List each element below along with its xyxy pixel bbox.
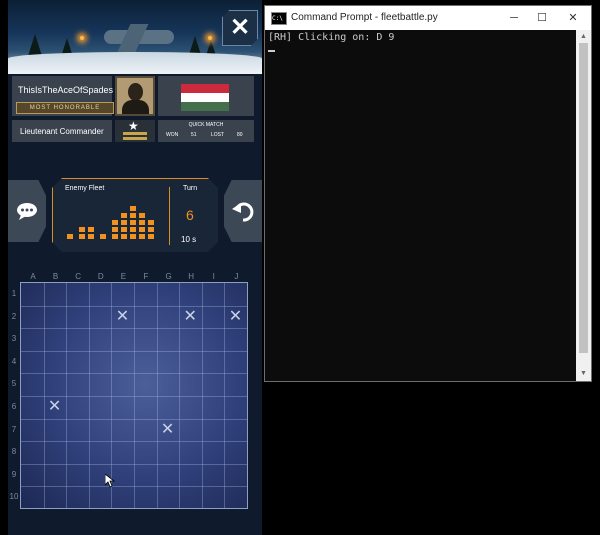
row-label: 2 — [11, 311, 17, 321]
ship-segment — [121, 227, 127, 232]
ship-segment — [139, 213, 145, 218]
ship-segment — [148, 220, 154, 225]
column-label: E — [120, 272, 127, 281]
column-label: H — [188, 272, 195, 281]
ship-segment — [79, 234, 85, 239]
turn-timer: 10 s — [181, 235, 197, 244]
row-label: 5 — [11, 379, 17, 389]
row-label: 4 — [11, 356, 17, 366]
ship-segment — [148, 227, 154, 232]
close-button[interactable]: ✕ — [222, 10, 258, 46]
turn-number: 6 — [186, 207, 194, 223]
close-window-button[interactable]: ✕ — [561, 9, 585, 27]
column-label: G — [165, 272, 172, 281]
row-label: 8 — [11, 447, 17, 457]
ship-segment — [88, 227, 94, 232]
console-output: [RH] Clicking on: D 9 — [268, 32, 395, 43]
undo-arrow-icon — [232, 202, 254, 222]
column-label: B — [52, 272, 59, 281]
speech-bubble-icon — [17, 203, 37, 220]
miss-marker-icon: ✕ — [183, 307, 197, 325]
undo-button[interactable] — [224, 180, 262, 242]
turn-label: Turn — [183, 185, 198, 192]
avatar — [115, 76, 155, 116]
ship-segment — [130, 220, 136, 225]
rank-insignia-icon: ★ — [115, 119, 155, 142]
column-label: D — [97, 272, 104, 281]
miss-marker-icon: ✕ — [228, 307, 243, 325]
ship-segment — [67, 234, 73, 239]
scrollbar[interactable]: ▲ ▼ — [576, 30, 591, 381]
won-label: WON — [166, 132, 179, 138]
game-window: ✕ ThisIsTheAceOfSpades MOST HONORABLE Li… — [8, 0, 262, 535]
column-label: C — [75, 272, 82, 281]
ship-segment — [79, 227, 85, 232]
column-label: F — [143, 272, 149, 281]
miss-marker-icon: ✕ — [160, 420, 175, 438]
scroll-thumb[interactable] — [579, 43, 588, 353]
column-labels: A B C D E F G H I J — [22, 272, 250, 282]
quick-match-panel: QUICK MATCH WON 51 LOST 80 — [158, 120, 254, 142]
ship-segment — [121, 234, 127, 239]
ship-segment — [130, 227, 136, 232]
row-label: 10 — [9, 492, 19, 502]
ship-segment — [130, 213, 136, 218]
ship-segment — [148, 234, 154, 239]
scroll-up-arrow-icon[interactable]: ▲ — [576, 32, 591, 42]
ship-segment — [121, 213, 127, 218]
minimize-button[interactable]: ─ — [502, 9, 526, 27]
row-label: 1 — [11, 289, 17, 298]
chat-button[interactable] — [8, 180, 46, 242]
maximize-button[interactable]: ☐ — [530, 9, 554, 27]
window-title: Command Prompt - fleetbattle.py — [291, 12, 438, 23]
miss-marker-icon: ✕ — [47, 398, 62, 415]
country-flag — [181, 84, 229, 111]
row-label: 9 — [11, 469, 17, 479]
quick-match-title: QUICK MATCH — [188, 122, 224, 128]
game-board[interactable]: ✕ ✕ ✕ ✕ ✕ — [20, 282, 248, 509]
text-caret — [268, 50, 275, 52]
lost-label: LOST — [211, 132, 225, 138]
ship-segment — [112, 234, 118, 239]
player-name-panel: ThisIsTheAceOfSpades MOST HONORABLE — [12, 76, 114, 116]
title-bar[interactable]: C:\ Command Prompt - fleetbattle.py ─ ☐ … — [265, 6, 591, 30]
column-label: I — [212, 272, 215, 281]
ship-segment — [121, 220, 127, 225]
ship-segment — [139, 234, 145, 239]
miss-marker-icon: ✕ — [115, 307, 130, 325]
player-name: ThisIsTheAceOfSpades — [18, 85, 114, 95]
player-honor-title: MOST HONORABLE — [16, 102, 114, 114]
ship-segment — [130, 234, 136, 239]
row-label: 3 — [11, 334, 17, 344]
close-icon: ✕ — [229, 14, 251, 41]
ship-segment — [100, 234, 106, 239]
command-prompt-window: C:\ Command Prompt - fleetbattle.py ─ ☐ … — [264, 5, 592, 382]
column-label: A — [30, 272, 36, 281]
ship-segment — [130, 206, 136, 211]
won-count: 51 — [191, 132, 197, 138]
ship-segment — [139, 227, 145, 232]
ship-segment — [88, 234, 94, 239]
player-rank: Lieutenant Commander — [20, 127, 104, 136]
mouse-cursor-icon — [105, 474, 115, 488]
lost-count: 80 — [237, 132, 243, 138]
ship-segment — [112, 227, 118, 232]
ship-segment — [139, 220, 145, 225]
enemy-fleet-title: Enemy Fleet — [65, 185, 105, 192]
column-label: J — [234, 272, 239, 281]
flag-panel — [158, 76, 254, 116]
ship-segment — [112, 220, 118, 225]
cmd-icon: C:\ — [271, 12, 287, 25]
row-label: 7 — [11, 424, 17, 434]
row-labels: 1 2 3 4 5 6 7 8 9 10 — [8, 282, 20, 510]
scroll-down-arrow-icon[interactable]: ▼ — [576, 369, 591, 379]
row-label: 6 — [11, 402, 17, 411]
rank-panel: Lieutenant Commander — [12, 120, 112, 142]
enemy-fleet-panel: Enemy Fleet Turn 6 10 s — [52, 178, 218, 252]
